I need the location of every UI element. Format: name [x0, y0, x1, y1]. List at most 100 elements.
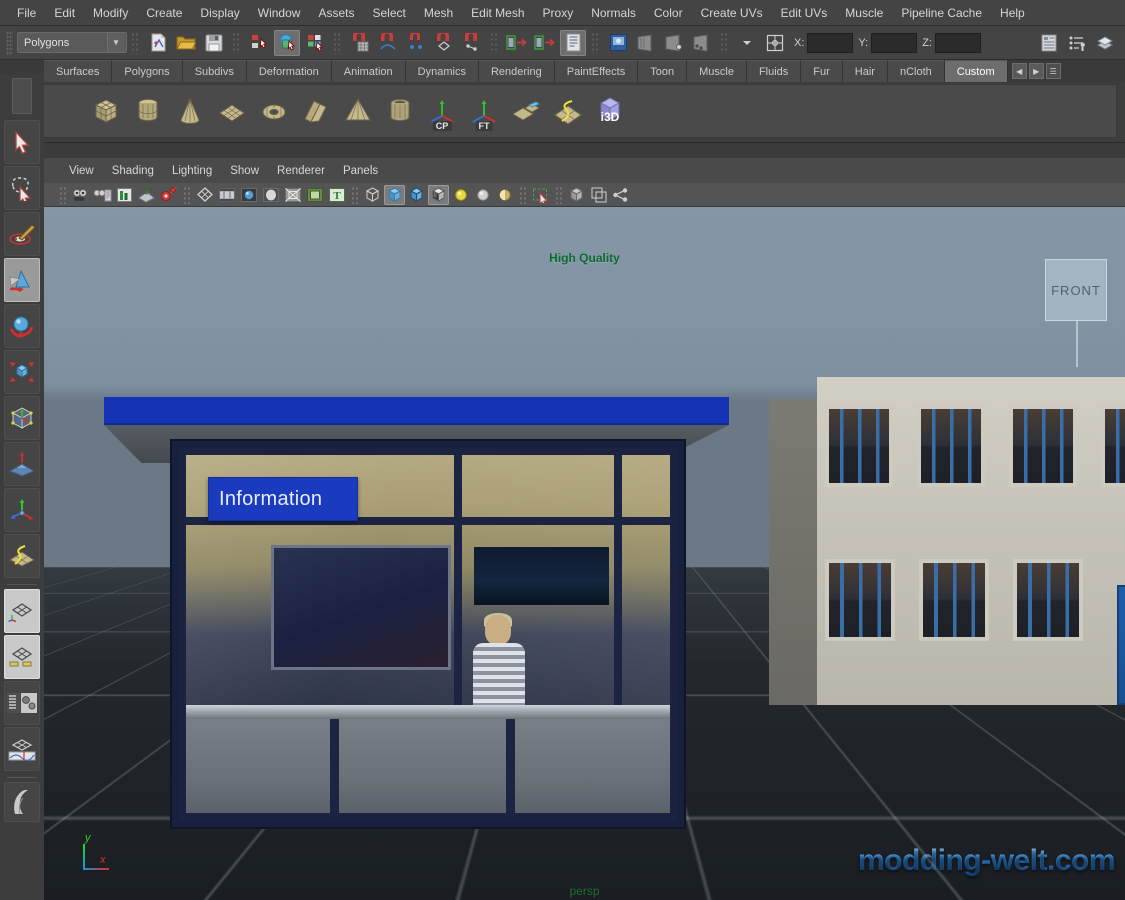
- safe-title-icon[interactable]: T: [326, 185, 347, 205]
- resolution-gate-icon[interactable]: [238, 185, 259, 205]
- paint-select-tool-icon[interactable]: [4, 212, 40, 256]
- exposure-control-icon[interactable]: [610, 185, 631, 205]
- render-globals-icon[interactable]: [689, 30, 715, 56]
- shelf-tab-ncloth[interactable]: nCloth: [887, 60, 945, 82]
- scale-tool-icon[interactable]: [4, 350, 40, 394]
- shelf-options-icon[interactable]: ☰: [1045, 63, 1061, 79]
- smooth-shade-wireframe-icon[interactable]: [406, 185, 427, 205]
- view-cube[interactable]: FRONT: [1045, 259, 1107, 321]
- toolbox-handle[interactable]: [12, 78, 32, 114]
- show-tool-settings-icon[interactable]: [1064, 30, 1090, 56]
- rotate-tool-icon[interactable]: [4, 304, 40, 348]
- construction-history-input-icon[interactable]: [504, 30, 530, 56]
- film-gate-icon[interactable]: [216, 185, 237, 205]
- menu-item-select[interactable]: Select: [363, 3, 414, 23]
- smooth-shade-all-icon[interactable]: [384, 184, 405, 205]
- viewport-menu-view[interactable]: View: [60, 162, 103, 180]
- render-current-frame-icon[interactable]: [605, 30, 631, 56]
- y-coordinate-input[interactable]: [871, 32, 918, 53]
- bookmarks-icon[interactable]: [114, 185, 135, 205]
- combine-mesh-icon[interactable]: [507, 90, 545, 132]
- render-settings-icon[interactable]: [661, 30, 687, 56]
- last-tool-used-icon[interactable]: [4, 534, 40, 578]
- shelf-tab-animation[interactable]: Animation: [331, 60, 406, 82]
- gate-mask-icon[interactable]: [260, 185, 281, 205]
- menu-item-mesh[interactable]: Mesh: [415, 3, 462, 23]
- toolbar-grip[interactable]: [6, 30, 13, 55]
- grid-toggle-icon[interactable]: [194, 185, 215, 205]
- xray-joints-icon[interactable]: [588, 185, 609, 205]
- show-channel-box-icon[interactable]: [1092, 30, 1118, 56]
- shelf-tab-next-icon[interactable]: ▶: [1028, 63, 1044, 79]
- viewport-menu-panels[interactable]: Panels: [334, 162, 387, 180]
- menu-item-edit-uvs[interactable]: Edit UVs: [772, 3, 837, 23]
- select-by-component-type-icon[interactable]: [302, 30, 328, 56]
- menu-item-display[interactable]: Display: [191, 3, 248, 23]
- shelf-tab-rendering[interactable]: Rendering: [478, 60, 555, 82]
- x-coordinate-input[interactable]: [807, 32, 854, 53]
- menu-set-dropdown[interactable]: Polygons ▼: [17, 32, 127, 53]
- shelf-tab-dynamics[interactable]: Dynamics: [405, 60, 479, 82]
- polygon-pyramid-icon[interactable]: [339, 90, 377, 132]
- image-plane-icon[interactable]: [136, 185, 157, 205]
- xray-mode-icon[interactable]: [530, 185, 551, 205]
- field-chart-icon[interactable]: [282, 185, 303, 205]
- two-d-pan-zoom-icon[interactable]: [158, 185, 179, 205]
- viewport-menu-lighting[interactable]: Lighting: [163, 162, 221, 180]
- menu-item-create-uvs[interactable]: Create UVs: [692, 3, 772, 23]
- shelf-tab-fluids[interactable]: Fluids: [746, 60, 802, 82]
- menu-item-muscle[interactable]: Muscle: [836, 3, 892, 23]
- create-polygon-tool-icon[interactable]: CP: [423, 90, 461, 132]
- polygon-plane-icon[interactable]: [213, 90, 251, 132]
- wireframe-shading-icon[interactable]: [362, 185, 383, 205]
- lasso-select-tool-icon[interactable]: [4, 166, 40, 210]
- menu-item-proxy[interactable]: Proxy: [534, 3, 583, 23]
- single-perspective-layout-icon[interactable]: [4, 589, 40, 633]
- polygon-pipe-icon[interactable]: [381, 90, 419, 132]
- polygon-cube-icon[interactable]: [87, 90, 125, 132]
- snap-to-curves-icon[interactable]: [375, 30, 401, 56]
- menu-item-edit[interactable]: Edit: [45, 3, 84, 23]
- viewport-menu-shading[interactable]: Shading: [103, 162, 163, 180]
- select-tool-icon[interactable]: [4, 120, 40, 164]
- snap-to-view-planes-icon[interactable]: [459, 30, 485, 56]
- use-all-lights-icon[interactable]: [472, 185, 493, 205]
- open-scene-icon[interactable]: [173, 30, 199, 56]
- scene-object-information-kiosk[interactable]: Information: [104, 397, 729, 827]
- menu-item-assets[interactable]: Assets: [309, 3, 363, 23]
- shelf-tab-toon[interactable]: Toon: [638, 60, 688, 82]
- polygon-cone-icon[interactable]: [171, 90, 209, 132]
- scene-object-building[interactable]: [769, 377, 1125, 705]
- i3d-export-icon[interactable]: i3D: [591, 90, 629, 132]
- absolute-transform-icon[interactable]: [762, 30, 788, 56]
- viewport-menu-show[interactable]: Show: [221, 162, 268, 180]
- polygon-prism-icon[interactable]: [297, 90, 335, 132]
- select-by-hierarchy-icon[interactable]: [246, 30, 272, 56]
- select-camera-icon[interactable]: [70, 185, 91, 205]
- universal-manipulator-icon[interactable]: [4, 396, 40, 440]
- z-coordinate-input[interactable]: [934, 32, 981, 53]
- construction-history-toggle-icon[interactable]: [560, 29, 586, 56]
- shelf-tab-deformation[interactable]: Deformation: [246, 60, 332, 82]
- textured-shading-icon[interactable]: [428, 184, 449, 205]
- shelf-tab-prev-icon[interactable]: ◀: [1011, 63, 1027, 79]
- ipr-render-icon[interactable]: [633, 30, 659, 56]
- shelf-tab-muscle[interactable]: Muscle: [687, 60, 747, 82]
- menu-item-help[interactable]: Help: [991, 3, 1034, 23]
- persp-outliner-layout-icon[interactable]: [4, 635, 40, 679]
- persp-graph-layout-icon[interactable]: [4, 727, 40, 771]
- snap-to-grids-icon[interactable]: [347, 30, 373, 56]
- menu-item-create[interactable]: Create: [137, 3, 191, 23]
- polygon-torus-icon[interactable]: [255, 90, 293, 132]
- polygon-cylinder-icon[interactable]: [129, 90, 167, 132]
- menu-item-color[interactable]: Color: [645, 3, 692, 23]
- snap-to-points-icon[interactable]: [403, 30, 429, 56]
- maya-logo-icon[interactable]: [4, 782, 40, 822]
- menu-item-window[interactable]: Window: [249, 3, 310, 23]
- shadows-icon[interactable]: [494, 185, 515, 205]
- viewport-menu-renderer[interactable]: Renderer: [268, 162, 334, 180]
- snap-to-projected-center-icon[interactable]: [431, 30, 457, 56]
- shelf-tab-subdivs[interactable]: Subdivs: [182, 60, 247, 82]
- hypershade-persp-layout-icon[interactable]: [4, 681, 40, 725]
- viewport-3d-scene[interactable]: Information High Quality FRONT y x persp…: [44, 207, 1125, 900]
